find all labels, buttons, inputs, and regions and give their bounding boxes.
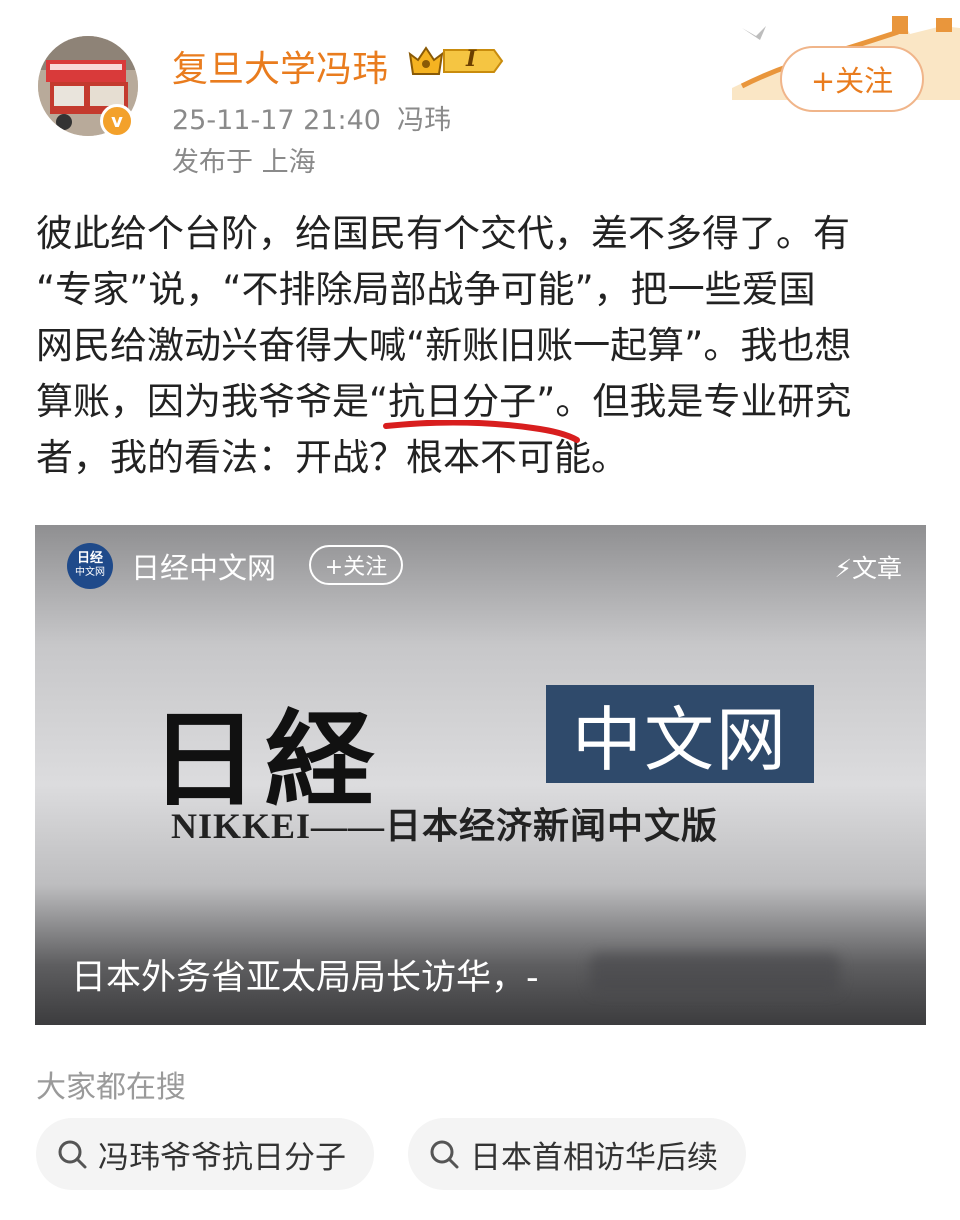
logo-text-top: 日经 [76, 551, 103, 566]
card-type-label: ⚡文章 [834, 554, 902, 583]
search-chip-label: 冯玮爷爷抗日分子 [98, 1139, 346, 1176]
post-meta: 25-11-17 21:40 冯玮 [172, 98, 451, 137]
nikkei-subtitle: NIKKEI——日本经济新闻中文版 [171, 806, 719, 846]
card-source-name[interactable]: 日经中文网 [131, 545, 276, 587]
nikkei-logo-icon[interactable]: 日经 中文网 [67, 543, 113, 589]
username[interactable]: 复旦大学冯玮 [172, 40, 388, 92]
post-line: 彼此给个台阶，给国民有个交代，差不多得了。有 [36, 212, 850, 255]
post-line: 网民给激动兴奋得大喊“新账旧账一起算”。我也想 [36, 324, 852, 367]
search-icon [428, 1138, 460, 1170]
search-icon [56, 1138, 88, 1170]
search-chip[interactable]: 冯玮爷爷抗日分子 [36, 1118, 374, 1190]
search-chip[interactable]: 日本首相访华后续 [408, 1118, 746, 1190]
member-badge: I [408, 44, 504, 78]
red-underline-annotation [383, 420, 580, 443]
article-card[interactable]: 日经 中文网 日经中文网 +关注 ⚡文章 日経 中文网 NIKKEI——日本经济… [35, 525, 926, 1025]
blurred-caption-area [590, 953, 840, 993]
nikkei-chinese-box: 中文网 [546, 685, 814, 783]
search-chip-label: 日本首相访华后续 [470, 1139, 718, 1176]
badge-level: I [466, 46, 477, 72]
verified-icon: v [100, 104, 134, 138]
post-source: 冯玮 [396, 105, 451, 136]
post-line: “专家”说，“不排除局部战争可能”，把一些爱国 [36, 268, 816, 311]
card-follow-button[interactable]: +关注 [309, 545, 403, 585]
card-caption[interactable]: 日本外务省亚太局局长访华，- [71, 949, 539, 1000]
post-date: 25-11-17 21:40 [172, 105, 381, 136]
crown-icon [408, 46, 504, 75]
logo-text-bottom: 中文网 [75, 567, 105, 578]
follow-button[interactable]: +关注 [780, 46, 924, 112]
search-section-title: 大家都在搜 [36, 1070, 186, 1105]
post-location: 发布于 上海 [172, 147, 316, 178]
